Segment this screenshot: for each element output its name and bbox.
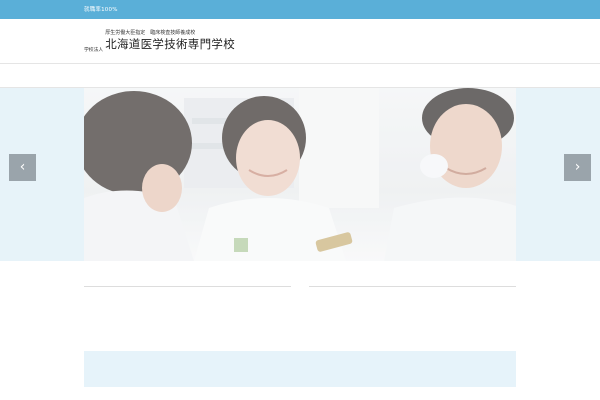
column-2-title (309, 279, 516, 287)
slider-next-button[interactable]: › (564, 154, 591, 181)
info-column-1 (84, 279, 291, 302)
corp-line-1: 学校法人 (84, 48, 104, 53)
corporation-label: 学校法人 (84, 30, 103, 56)
notice-banner[interactable] (84, 351, 516, 387)
designation-label: 厚生労働大臣指定 臨床検査技師養成校 (105, 30, 196, 36)
top-announcement-bar: 就職率100% (0, 0, 600, 19)
slider-prev-button[interactable]: ‹ (9, 154, 36, 181)
main-navigation (0, 64, 600, 88)
main-content (0, 261, 600, 400)
info-column-2 (309, 279, 516, 302)
school-name: 北海道医学技術専門学校 (105, 37, 236, 51)
chevron-right-icon: › (574, 159, 581, 175)
hero-slider: ‹ › (0, 88, 600, 261)
school-logo[interactable]: 学校法人 厚生労働大臣指定 臨床検査技師養成校 北海道医学技術専門学校 (84, 30, 235, 56)
announcement-text: 就職率100% (84, 7, 118, 13)
column-1-title (84, 279, 291, 287)
chevron-left-icon: ‹ (19, 159, 26, 175)
site-header: 学校法人 厚生労働大臣指定 臨床検査技師養成校 北海道医学技術専門学校 (0, 19, 600, 64)
hero-photo-students (84, 88, 516, 261)
